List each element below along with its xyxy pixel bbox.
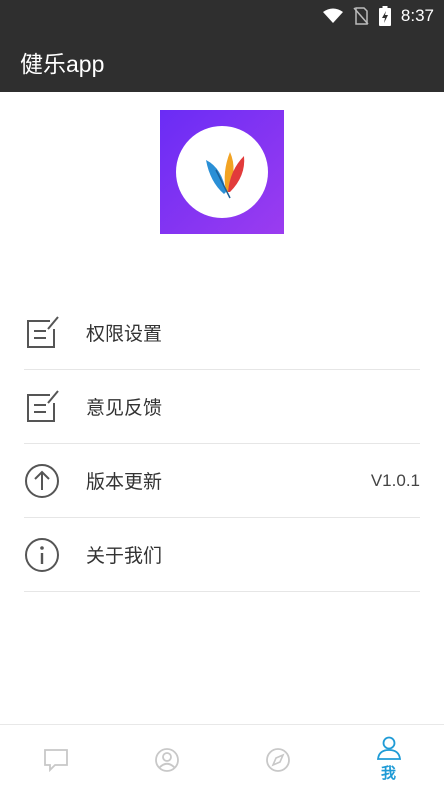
edit-note-icon xyxy=(24,389,60,425)
arrow-up-circle-icon xyxy=(24,463,60,499)
tab-me-label: 我 xyxy=(380,764,396,782)
menu-item-label: 版本更新 xyxy=(86,471,163,493)
battery-charging-icon xyxy=(378,6,391,26)
page-title: 健乐app xyxy=(20,51,105,77)
status-bar: 8:37 xyxy=(0,0,444,32)
settings-menu: 权限设置 意见反馈 版本更新 V1.0.1 关于我们 xyxy=(24,296,420,592)
no-sim-icon xyxy=(353,7,369,25)
wifi-icon xyxy=(322,8,343,23)
menu-item-label: 权限设置 xyxy=(86,323,163,345)
tab-discover[interactable] xyxy=(222,725,333,794)
tab-messages[interactable] xyxy=(0,725,111,794)
feather-logo-icon xyxy=(206,152,245,199)
menu-item-label: 关于我们 xyxy=(86,545,163,567)
bottom-nav: 我 xyxy=(0,724,444,794)
version-number: V1.0.1 xyxy=(370,470,420,490)
menu-item-about[interactable]: 关于我们 xyxy=(24,518,420,592)
menu-item-label: 意见反馈 xyxy=(86,397,163,419)
menu-item-version-update[interactable]: 版本更新 V1.0.1 xyxy=(24,444,420,518)
info-circle-icon xyxy=(24,537,60,573)
status-time: 8:37 xyxy=(400,6,434,25)
app-bar: 健乐app xyxy=(0,32,444,92)
app-logo xyxy=(160,110,284,234)
edit-note-icon xyxy=(24,315,60,351)
person-icon xyxy=(376,736,401,760)
logo-circle xyxy=(176,126,268,218)
user-circle-icon xyxy=(154,747,179,772)
message-icon xyxy=(43,748,68,772)
tab-contacts[interactable] xyxy=(111,725,222,794)
compass-icon xyxy=(265,747,290,772)
menu-item-feedback[interactable]: 意见反馈 xyxy=(24,370,420,444)
tab-me[interactable]: 我 xyxy=(333,725,444,794)
menu-item-permissions[interactable]: 权限设置 xyxy=(24,296,420,370)
